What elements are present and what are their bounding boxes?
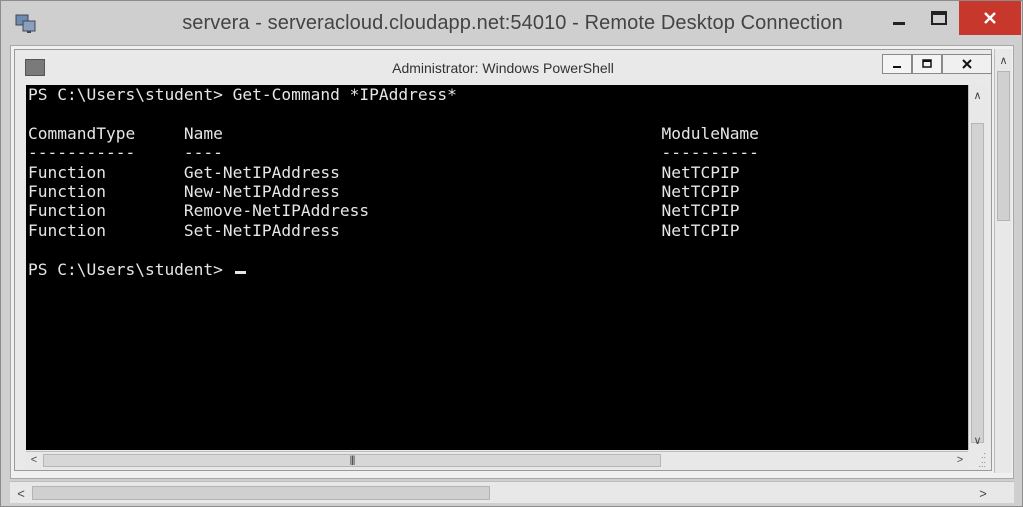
rdp-horizontal-scrollbar[interactable]: < > (10, 481, 1014, 503)
table-rows: Function Get-NetIPAddress NetTCPIP Funct… (28, 162, 740, 240)
powershell-titlebar[interactable]: Administrator: Windows PowerShell (15, 50, 992, 84)
rdp-window: servera - serveracloud.cloudapp.net:5401… (0, 0, 1023, 507)
scroll-left-icon[interactable]: < (26, 452, 42, 468)
scroll-left-icon[interactable]: < (12, 484, 30, 502)
rdp-titlebar[interactable]: servera - serveracloud.cloudapp.net:5401… (1, 1, 1023, 45)
close-icon (962, 59, 972, 69)
close-icon (984, 12, 996, 24)
maximize-icon (931, 11, 947, 25)
minimize-icon (893, 22, 905, 25)
maximize-icon (922, 59, 932, 68)
scrollbar-thumb[interactable] (971, 123, 984, 443)
powershell-window-title: Administrator: Windows PowerShell (392, 60, 614, 76)
scrollbar-thumb[interactable] (997, 71, 1010, 221)
scrollbar-thumb[interactable] (32, 486, 490, 500)
prompt: PS C:\Users\student> (28, 259, 233, 279)
rdp-window-title: servera - serveracloud.cloudapp.net:5401… (182, 12, 843, 34)
powershell-window: Administrator: Windows PowerShell PS C:\… (14, 49, 992, 471)
minimize-icon (893, 66, 901, 68)
rdp-vertical-scrollbar[interactable]: ∧ (994, 49, 1012, 473)
console-horizontal-scrollbar[interactable]: < ||| > (26, 451, 968, 469)
maximize-button[interactable] (919, 1, 959, 35)
text-cursor (234, 270, 246, 274)
scroll-down-icon[interactable]: ∨ (969, 432, 986, 448)
scroll-up-icon[interactable]: ∧ (995, 52, 1012, 68)
scroll-up-icon[interactable]: ∧ (969, 87, 986, 103)
command-line: PS C:\Users\student> Get-Command *IPAddr… (28, 85, 457, 104)
resize-grip-icon[interactable]: .:.:: (970, 451, 986, 469)
table-header: CommandType Name ModuleName (28, 123, 759, 143)
close-button[interactable] (959, 1, 1021, 35)
ps-maximize-button[interactable] (912, 54, 942, 74)
console-output[interactable]: PS C:\Users\student> Get-Command *IPAddr… (26, 85, 968, 450)
table-underline: ----------- ---- ---------- (28, 143, 759, 163)
console-vertical-scrollbar[interactable]: ∧ ∨ (968, 85, 986, 450)
scroll-right-icon[interactable]: > (952, 452, 968, 468)
scrollbar-thumb[interactable]: ||| (43, 454, 661, 467)
ps-close-button[interactable] (942, 54, 992, 74)
ps-minimize-button[interactable] (882, 54, 912, 74)
minimize-button[interactable] (879, 1, 919, 35)
scroll-right-icon[interactable]: > (974, 484, 992, 502)
